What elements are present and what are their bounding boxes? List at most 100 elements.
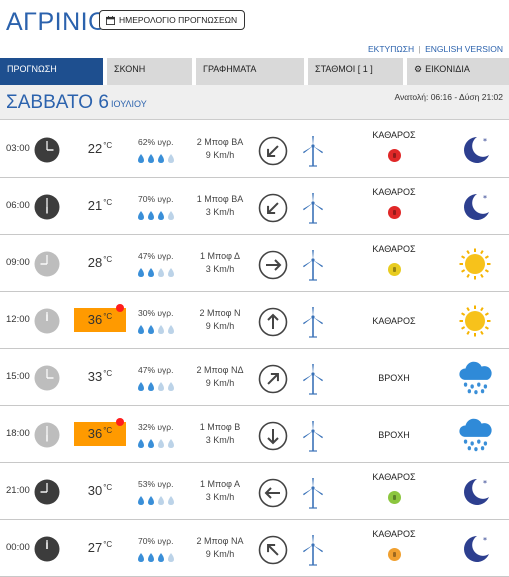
tab-dust[interactable]: ΣΚΟΝΗ [107,58,192,85]
row-time: 12:00 [6,314,30,325]
row-time: 09:00 [6,257,30,268]
temperature-value: 33 [87,369,103,384]
gear-icon: ⚙ [414,64,423,74]
air-quality-indicator[interactable] [388,263,401,276]
temperature: 28°C [74,251,126,275]
sky-condition: ΚΑΘΑΡΟΣ [372,187,416,197]
temperature-value: 22 [87,141,103,156]
humidity-drops-icon [137,379,179,391]
page-title: ΑΓΡΙΝΙΟ [6,8,109,36]
wind-turbine-icon [299,534,327,566]
temperature: 27°C [74,536,126,560]
temperature: 33°C [74,365,126,389]
wind-speed: 3 Km/h [205,264,235,274]
rain-cloud-icon [455,361,495,395]
row-time: 15:00 [6,371,30,382]
moon-icon: * [455,190,495,224]
sky-condition: ΒΡΟΧΗ [378,373,410,383]
humidity-text: 70% υγρ. [138,194,174,204]
tab-charts-label: ΓΡΑΦΗΜΑΤΑ [203,64,257,74]
arrow-right-icon [258,250,288,280]
heat-alert-dot [116,304,124,312]
temperature-value: 21 [87,198,103,213]
heat-alert-dot [116,418,124,426]
temperature-value: 36 [87,426,103,441]
wind-beaufort: 1 Μποφ ΒΑ [196,194,244,204]
calendar-icon [106,15,115,25]
wind-turbine-icon [299,249,327,281]
clock-icon [34,308,60,334]
temperature-unit: °C [103,312,113,321]
humidity-text: 30% υγρ. [138,308,174,318]
wind-beaufort: 1 Μποφ Α [200,479,240,489]
sky-condition: ΒΡΟΧΗ [378,430,410,440]
air-quality-indicator[interactable] [388,491,401,504]
air-quality-indicator[interactable] [388,206,401,219]
link-separator: | [418,44,421,54]
clock-icon [34,365,60,391]
wind-info: 2 Μποφ ΝΑ 9 Km/h [186,535,254,561]
temperature: 22°C [74,137,126,161]
humidity-text: 53% υγρ. [138,479,174,489]
temperature-unit: °C [103,483,113,492]
forecast-row: 18:00 36°C 32% υγρ. 1 Μποφ Β 3 Km/h ΒΡΟΧΗ [0,406,509,463]
wind-speed: 9 Km/h [205,150,235,160]
humidity-drops-icon [137,436,179,448]
row-time: 21:00 [6,485,30,496]
svg-text:*: * [483,479,487,488]
sky-condition: ΚΑΘΑΡΟΣ [372,244,416,254]
clock-icon [34,251,60,277]
arrow-down-icon [258,421,288,451]
clock-icon [34,137,60,163]
clock-icon [34,479,60,505]
english-version-link[interactable]: ENGLISH VERSION [425,44,503,54]
wind-turbine-icon [299,192,327,224]
clock-icon [34,422,60,448]
wind-turbine-icon [299,363,327,395]
tab-icons[interactable]: ⚙ ΕΙΚΟΝΙΔΙΑ [407,58,509,85]
row-time: 18:00 [6,428,30,439]
forecast-row: 06:00 21°C 70% υγρ. 1 Μποφ ΒΑ 3 Km/h ΚΑΘΑΡΟΣ * [0,178,509,235]
temperature: 36°C [74,304,126,332]
wind-turbine-icon [299,477,327,509]
day-month: ΙΟΥΛΙΟΥ [111,99,147,109]
wind-speed: 9 Km/h [205,549,235,559]
wind-speed: 3 Km/h [205,207,235,217]
arrow-up-icon [258,307,288,337]
humidity-text: 32% υγρ. [138,422,174,432]
tab-charts[interactable]: ΓΡΑΦΗΜΑΤΑ [196,58,304,85]
wind-turbine-icon [299,135,327,167]
forecast-calendar-label: ΗΜΕΡΟΛΟΓΙΟ ΠΡΟΓΝΩΣΕΩΝ [119,15,238,25]
arrow-down-left-icon [258,136,288,166]
sun-icon [455,304,495,338]
forecast-calendar-button[interactable]: ΗΜΕΡΟΛΟΓΙΟ ΠΡΟΓΝΩΣΕΩΝ [99,10,246,30]
temperature-unit: °C [103,426,113,435]
wind-speed: 3 Km/h [205,435,235,445]
humidity-text: 62% υγρ. [138,137,174,147]
humidity-drops-icon [137,208,179,220]
print-link[interactable]: ΕΚΤΥΠΩΣΗ [368,44,414,54]
sky-condition: ΚΑΘΑΡΟΣ [372,130,416,140]
forecast-row: 21:00 30°C 53% υγρ. 1 Μποφ Α 3 Km/h ΚΑΘΑΡΟΣ * [0,463,509,520]
sky-condition: ΚΑΘΑΡΟΣ [372,529,416,539]
clock-icon [34,536,60,562]
forecast-row: 09:00 28°C 47% υγρ. 1 Μποφ Δ 3 Km/h ΚΑΘΑΡΟΣ [0,235,509,292]
temperature-value: 27 [87,540,103,555]
air-quality-indicator[interactable] [388,548,401,561]
wind-speed: 9 Km/h [205,321,235,331]
temperature-unit: °C [103,255,113,264]
tab-stations-label: ΣΤΑΘΜΟΙ [ 1 ] [315,64,373,74]
tab-forecast[interactable]: ΠΡΟΓΝΩΣΗ [0,58,103,85]
air-quality-indicator[interactable] [388,149,401,162]
clock-icon [34,194,60,220]
wind-info: 1 Μποφ ΒΑ 3 Km/h [186,193,254,219]
tab-stations[interactable]: ΣΤΑΘΜΟΙ [ 1 ] [308,58,403,85]
tab-dust-label: ΣΚΟΝΗ [114,64,146,74]
wind-beaufort: 2 Μποφ ΝΔ [196,365,244,375]
wind-turbine-icon [299,420,327,452]
arrow-up-right-icon [258,364,288,394]
temperature: 30°C [74,479,126,503]
wind-beaufort: 2 Μποφ ΝΑ [196,536,244,546]
rain-cloud-icon [455,418,495,452]
moon-icon: * [455,475,495,509]
